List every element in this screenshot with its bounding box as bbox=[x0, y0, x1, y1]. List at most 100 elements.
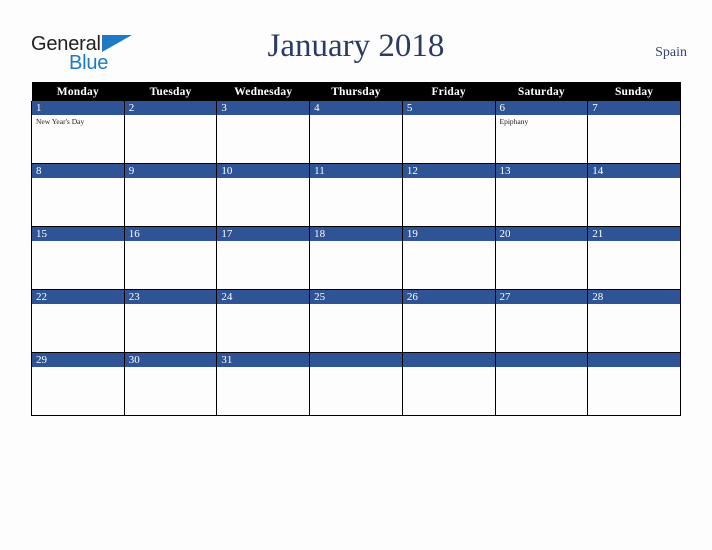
day-number: 10 bbox=[217, 164, 310, 178]
day-cell-4[interactable]: 4 bbox=[309, 101, 403, 164]
day-events bbox=[217, 304, 309, 306]
day-events bbox=[32, 304, 124, 306]
day-number: 11 bbox=[310, 164, 402, 178]
day-events bbox=[403, 367, 495, 369]
day-events bbox=[310, 304, 402, 306]
calendar-week-row: 29 30 31 bbox=[31, 352, 681, 416]
day-events bbox=[588, 115, 680, 117]
day-events bbox=[32, 178, 124, 180]
day-cell-16[interactable]: 16 bbox=[123, 226, 218, 290]
day-cell-17[interactable]: 17 bbox=[216, 226, 311, 290]
day-cell-23[interactable]: 23 bbox=[123, 289, 218, 353]
calendar-week-row: 22 23 24 25 26 27 28 bbox=[31, 289, 681, 353]
day-cell-6[interactable]: 6 Epiphany bbox=[494, 101, 589, 164]
day-number: 31 bbox=[217, 353, 310, 367]
day-cell-25[interactable]: 25 bbox=[309, 289, 403, 353]
day-events: Epiphany bbox=[496, 115, 588, 126]
day-events bbox=[217, 115, 309, 117]
weekday-header-wednesday: Wednesday bbox=[216, 82, 310, 101]
weekday-header-tuesday: Tuesday bbox=[124, 82, 217, 101]
day-cell-5[interactable]: 5 bbox=[401, 101, 496, 164]
day-number: 5 bbox=[402, 101, 495, 115]
weekday-header-sunday: Sunday bbox=[587, 82, 681, 101]
day-cell-12[interactable]: 12 bbox=[401, 163, 496, 227]
day-cell-10[interactable]: 10 bbox=[216, 163, 311, 227]
day-cell-30[interactable]: 30 bbox=[123, 352, 218, 416]
calendar-header-row: Monday Tuesday Wednesday Thursday Friday Satu… bbox=[31, 82, 681, 101]
day-events bbox=[125, 115, 217, 117]
day-number bbox=[402, 353, 495, 367]
day-cell-9[interactable]: 9 bbox=[123, 163, 218, 227]
day-cell-7[interactable]: 7 bbox=[587, 101, 681, 164]
day-number: 25 bbox=[310, 290, 402, 304]
day-cell-1[interactable]: 1 New Year's Day bbox=[31, 101, 125, 164]
day-cell-empty[interactable] bbox=[401, 352, 496, 416]
day-number: 14 bbox=[588, 164, 680, 178]
day-cell-empty[interactable] bbox=[309, 352, 403, 416]
day-cell-11[interactable]: 11 bbox=[309, 163, 403, 227]
day-cell-26[interactable]: 26 bbox=[401, 289, 496, 353]
day-events bbox=[496, 367, 588, 369]
calendar-body: 1 New Year's Day 2 3 4 5 6 Epiphany 7 8 9 10 11 12 13 1… bbox=[31, 101, 681, 416]
day-events bbox=[588, 241, 680, 243]
day-cell-3[interactable]: 3 bbox=[216, 101, 311, 164]
day-cell-2[interactable]: 2 bbox=[123, 101, 218, 164]
day-cell-28[interactable]: 28 bbox=[587, 289, 681, 353]
day-number: 27 bbox=[495, 290, 588, 304]
day-number: 21 bbox=[588, 227, 680, 241]
day-number bbox=[588, 353, 680, 367]
day-events bbox=[403, 304, 495, 306]
page-header: General Blue January 2018 Spain bbox=[0, 0, 712, 82]
day-events bbox=[588, 304, 680, 306]
day-cell-15[interactable]: 15 bbox=[31, 226, 125, 290]
day-number: 29 bbox=[32, 353, 124, 367]
day-number: 3 bbox=[217, 101, 310, 115]
day-cell-24[interactable]: 24 bbox=[216, 289, 311, 353]
day-events bbox=[32, 367, 124, 369]
day-events bbox=[403, 241, 495, 243]
day-number bbox=[495, 353, 588, 367]
day-cell-20[interactable]: 20 bbox=[494, 226, 589, 290]
day-cell-empty[interactable] bbox=[587, 352, 681, 416]
day-events bbox=[217, 367, 309, 369]
day-number: 24 bbox=[217, 290, 310, 304]
day-cell-13[interactable]: 13 bbox=[494, 163, 589, 227]
day-events bbox=[310, 178, 402, 180]
day-number: 7 bbox=[588, 101, 680, 115]
day-cell-27[interactable]: 27 bbox=[494, 289, 589, 353]
day-cell-19[interactable]: 19 bbox=[401, 226, 496, 290]
country-label: Spain bbox=[655, 45, 687, 60]
day-events bbox=[496, 241, 588, 243]
weekday-header-saturday: Saturday bbox=[495, 82, 588, 101]
calendar-week-row: 15 16 17 18 19 20 21 bbox=[31, 226, 681, 290]
day-number: 19 bbox=[402, 227, 495, 241]
day-events bbox=[32, 241, 124, 243]
day-events bbox=[310, 115, 402, 117]
day-number: 28 bbox=[588, 290, 680, 304]
day-number: 8 bbox=[32, 164, 124, 178]
day-number: 30 bbox=[124, 353, 217, 367]
day-cell-29[interactable]: 29 bbox=[31, 352, 125, 416]
day-cell-empty[interactable] bbox=[494, 352, 589, 416]
day-events bbox=[496, 304, 588, 306]
day-events bbox=[125, 241, 217, 243]
weekday-header-row: Monday Tuesday Wednesday Thursday Friday Satu… bbox=[31, 82, 681, 101]
day-number: 12 bbox=[402, 164, 495, 178]
day-number: 23 bbox=[124, 290, 217, 304]
day-number: 1 bbox=[32, 101, 124, 115]
weekday-header-friday: Friday bbox=[402, 82, 496, 101]
calendar-grid: Monday Tuesday Wednesday Thursday Friday Satu… bbox=[31, 82, 681, 416]
day-number: 6 bbox=[495, 101, 588, 115]
day-events bbox=[310, 241, 402, 243]
day-cell-18[interactable]: 18 bbox=[309, 226, 403, 290]
day-cell-21[interactable]: 21 bbox=[587, 226, 681, 290]
day-events bbox=[125, 178, 217, 180]
day-events bbox=[588, 367, 680, 369]
day-cell-14[interactable]: 14 bbox=[587, 163, 681, 227]
day-events bbox=[403, 178, 495, 180]
day-cell-31[interactable]: 31 bbox=[216, 352, 311, 416]
day-number: 18 bbox=[310, 227, 402, 241]
day-cell-22[interactable]: 22 bbox=[31, 289, 125, 353]
day-cell-8[interactable]: 8 bbox=[31, 163, 125, 227]
calendar-week-row: 8 9 10 11 12 13 14 bbox=[31, 163, 681, 227]
